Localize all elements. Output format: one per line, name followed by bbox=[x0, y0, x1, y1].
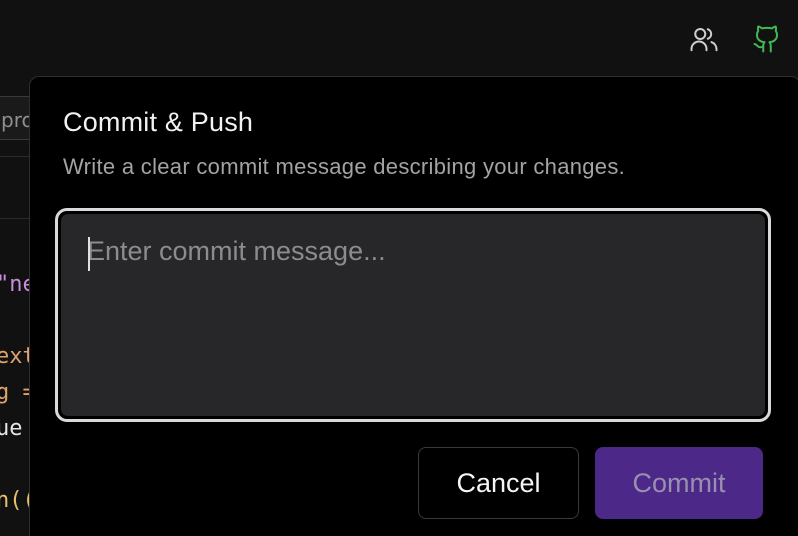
dialog-description: Write a clear commit message describing … bbox=[63, 154, 626, 179]
cancel-button[interactable]: Cancel bbox=[418, 447, 579, 519]
app-window: pro "ne ext g = ue n(( Commit & Push Wri… bbox=[0, 0, 798, 536]
commit-message-input[interactable] bbox=[61, 214, 765, 416]
dialog-title: Commit & Push bbox=[63, 107, 254, 137]
code-line: ue bbox=[0, 416, 23, 441]
text-caret bbox=[88, 237, 90, 271]
users-icon bbox=[690, 28, 718, 52]
github-icon bbox=[753, 25, 779, 53]
commit-button[interactable]: Commit bbox=[595, 447, 763, 519]
commit-message-field-wrapper bbox=[55, 208, 771, 422]
collaborators-button[interactable] bbox=[687, 22, 721, 56]
commit-dialog: Commit & Push Write a clear commit messa… bbox=[29, 76, 798, 536]
github-button[interactable] bbox=[750, 22, 784, 56]
